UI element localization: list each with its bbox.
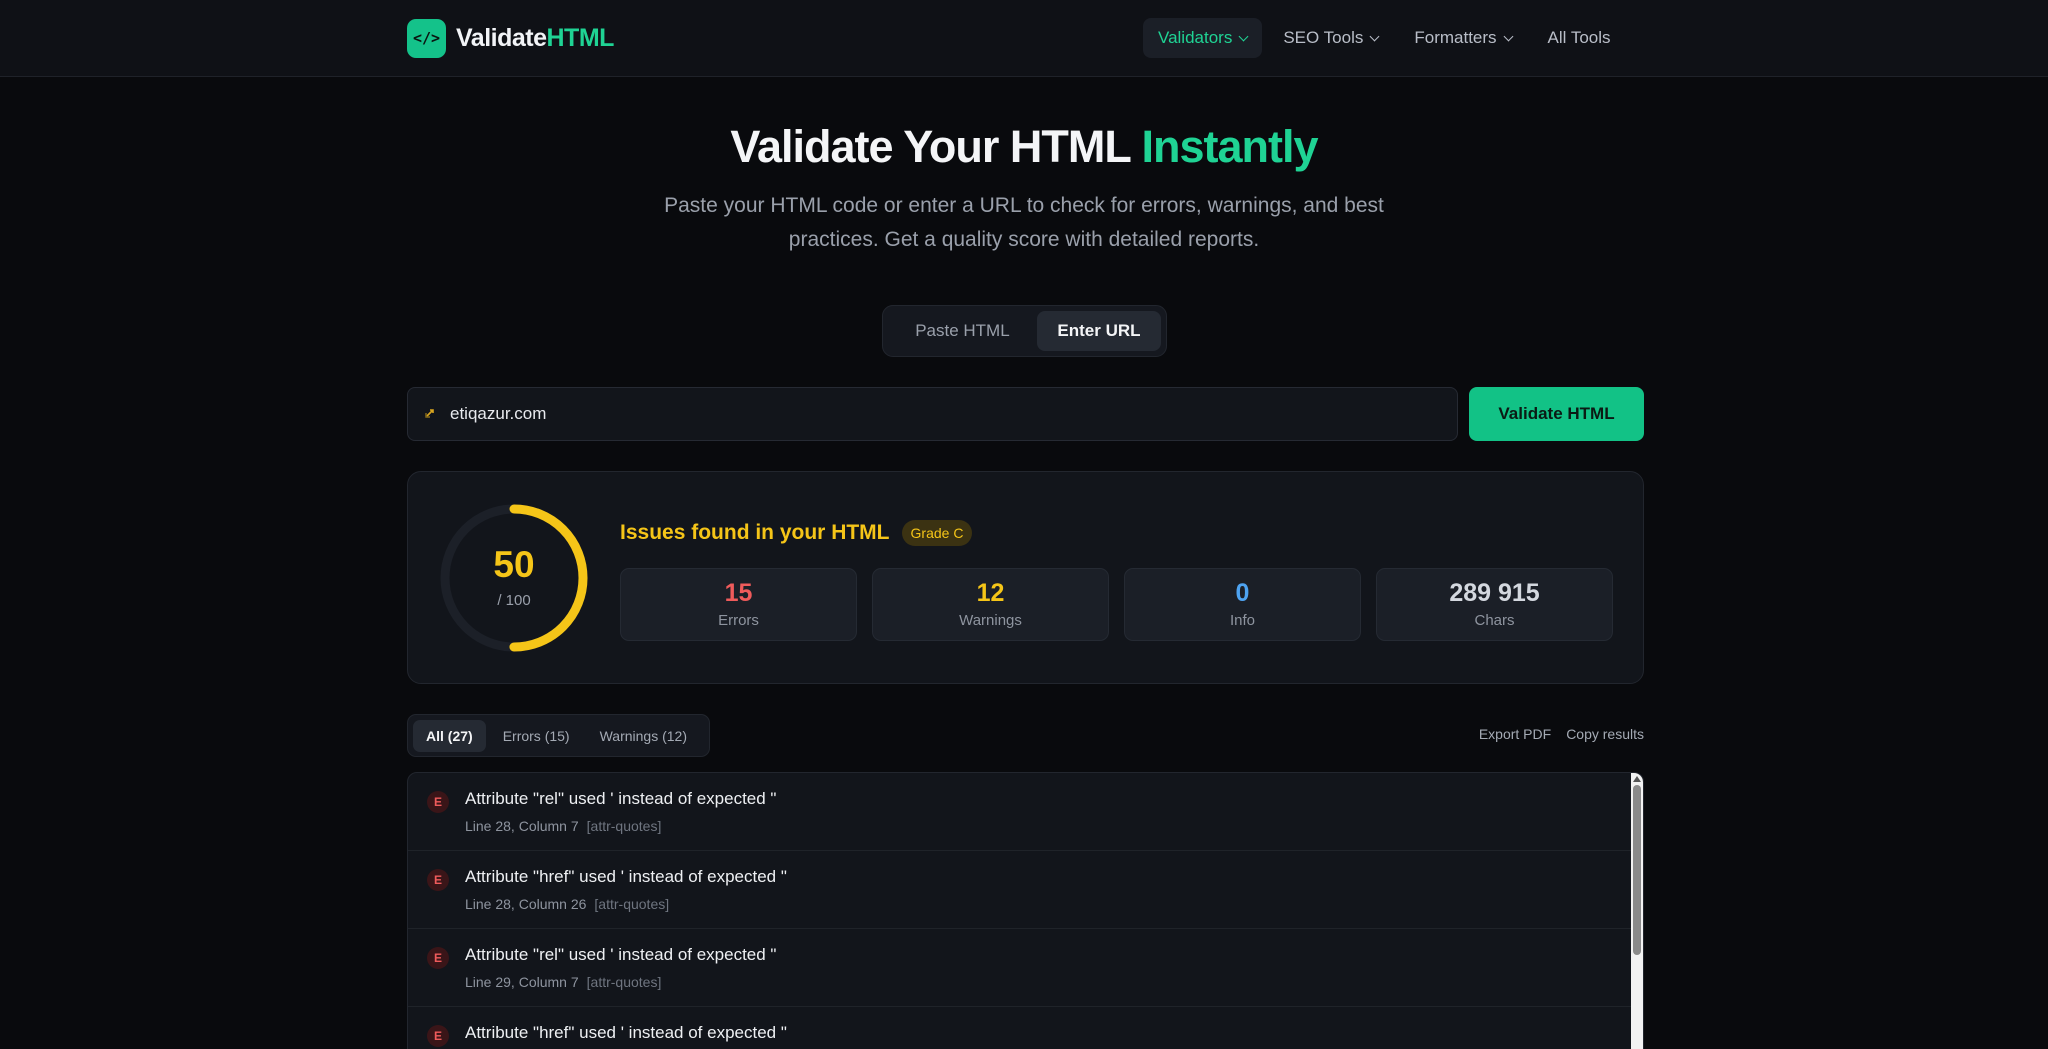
list-item[interactable]: E Attribute "rel" used ' instead of expe… xyxy=(408,773,1643,851)
code-brackets-icon: </> xyxy=(407,18,446,58)
result-actions: Export PDF Copy results xyxy=(1464,726,1644,742)
logo-text-primary: Validate xyxy=(456,23,547,52)
stat-warnings: 12 Warnings xyxy=(872,568,1109,641)
scroll-up-icon[interactable] xyxy=(1633,776,1641,782)
issues-scrollbar[interactable] xyxy=(1631,773,1643,1049)
stat-label: Warnings xyxy=(959,612,1022,629)
score-max: / 100 xyxy=(497,592,531,609)
stat-errors: 15 Errors xyxy=(620,568,857,641)
error-badge: E xyxy=(427,1025,449,1047)
page-title: Validate Your HTML Instantly xyxy=(0,121,2048,173)
stat-label: Errors xyxy=(718,612,759,629)
stat-value: 289 915 xyxy=(1449,579,1540,607)
issue-message: Attribute "rel" used ' instead of expect… xyxy=(465,789,777,808)
list-item[interactable]: E Attribute "href" used ' instead of exp… xyxy=(408,851,1643,929)
page-title-accent: Instantly xyxy=(1141,121,1319,172)
issue-meta: Line 28, Column 26 [attr-quotes] xyxy=(465,896,669,912)
logo-text-accent: HTML xyxy=(546,23,615,52)
grade-badge: Grade C xyxy=(901,520,973,546)
input-mode-toggle: Paste HTML Enter URL xyxy=(882,305,1167,357)
site-header: </> ValidateHTML Validators SEO Tools Fo… xyxy=(0,0,2048,77)
chevron-down-icon xyxy=(1503,31,1513,41)
score-value: 50 xyxy=(493,544,535,585)
issue-location: Line 28, Column 26 xyxy=(465,896,587,912)
nav-all-tools[interactable]: All Tools xyxy=(1533,18,1626,58)
filter-errors[interactable]: Errors (15) xyxy=(490,720,583,752)
stat-label: Chars xyxy=(1474,612,1515,629)
error-badge: E xyxy=(427,791,449,813)
nav-seo-tools-label: SEO Tools xyxy=(1283,28,1364,47)
url-input[interactable] xyxy=(450,404,1350,424)
nav-formatters-label: Formatters xyxy=(1414,28,1497,47)
issue-message: Attribute "rel" used ' instead of expect… xyxy=(465,945,777,964)
issue-code: [attr-quotes] xyxy=(594,896,670,912)
filter-warnings[interactable]: Warnings (12) xyxy=(587,720,700,752)
nav-formatters[interactable]: Formatters xyxy=(1399,18,1526,58)
stat-label: Info xyxy=(1229,612,1256,629)
nav-validators[interactable]: Validators xyxy=(1143,18,1263,58)
nav-validators-label: Validators xyxy=(1158,28,1233,47)
logo[interactable]: </> ValidateHTML xyxy=(407,18,614,58)
issue-meta: Line 29, Column 7 [attr-quotes] xyxy=(465,974,661,990)
issue-code: [attr-quotes] xyxy=(586,974,662,990)
score-card: 50 / 100 Issues found in your HTML Grade… xyxy=(407,471,1644,684)
stat-chars: 289 915 Chars xyxy=(1376,568,1613,641)
tab-paste-html[interactable]: Paste HTML xyxy=(888,311,1037,351)
stats-row: 15 Errors 12 Warnings 0 Info 289 915 Cha… xyxy=(620,568,1613,641)
tab-enter-url[interactable]: Enter URL xyxy=(1036,311,1161,351)
link-icon xyxy=(424,407,438,422)
error-badge: E xyxy=(427,869,449,891)
page-subtitle: Paste your HTML code or enter a URL to c… xyxy=(664,194,1384,251)
list-item[interactable]: E Attribute "href" used ' instead of exp… xyxy=(408,1007,1643,1049)
error-badge: E xyxy=(427,947,449,969)
filter-all[interactable]: All (27) xyxy=(413,720,486,752)
nav-all-tools-label: All Tools xyxy=(1547,28,1611,47)
results-heading: Issues found in your HTML Grade C xyxy=(620,520,973,546)
issue-filter-tabs: All (27) Errors (15) Warnings (12) xyxy=(407,714,710,757)
copy-results-button[interactable]: Copy results xyxy=(1566,726,1644,742)
results-heading-text: Issues found in your HTML xyxy=(620,521,890,544)
nav-seo-tools[interactable]: SEO Tools xyxy=(1268,18,1393,58)
stat-value: 15 xyxy=(724,579,753,607)
export-pdf-button[interactable]: Export PDF xyxy=(1479,726,1551,742)
issue-code: [attr-quotes] xyxy=(586,818,662,834)
issue-message: Attribute "href" used ' instead of expec… xyxy=(465,867,787,886)
logo-text: ValidateHTML xyxy=(456,24,614,53)
chevron-down-icon xyxy=(1369,31,1380,41)
page-title-main: Validate Your HTML xyxy=(730,121,1142,172)
list-item[interactable]: E Attribute "rel" used ' instead of expe… xyxy=(408,929,1643,1007)
main-nav: Validators SEO Tools Formatters All Tool… xyxy=(1143,18,1632,58)
scrollbar-thumb[interactable] xyxy=(1633,785,1641,955)
issue-location: Line 28, Column 7 xyxy=(465,818,579,834)
stat-info: 0 Info xyxy=(1124,568,1361,641)
issue-meta: Line 28, Column 7 [attr-quotes] xyxy=(465,818,661,834)
chevron-down-icon xyxy=(1238,31,1249,41)
stat-value: 12 xyxy=(976,579,1005,607)
issue-location: Line 29, Column 7 xyxy=(465,974,579,990)
stat-value: 0 xyxy=(1235,579,1250,607)
validate-html-button[interactable]: Validate HTML xyxy=(1469,387,1644,441)
url-field[interactable] xyxy=(407,387,1458,441)
issue-message: Attribute "href" used ' instead of expec… xyxy=(465,1023,787,1042)
issues-list: E Attribute "rel" used ' instead of expe… xyxy=(407,772,1644,1049)
